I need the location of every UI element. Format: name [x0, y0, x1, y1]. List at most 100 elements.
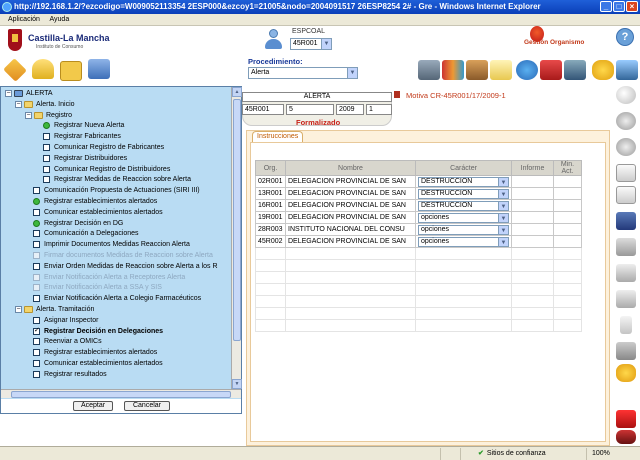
status-green-icon[interactable]	[33, 219, 40, 227]
tree-item[interactable]: Comunicar establecimientos alertados	[1, 359, 231, 369]
forward-icon[interactable]	[616, 138, 636, 156]
tree-item[interactable]: Registrar establecimientos alertados	[1, 348, 231, 358]
checkbox[interactable]	[43, 154, 50, 162]
tools-red-icon[interactable]	[616, 410, 636, 428]
maximize-button[interactable]: □	[613, 1, 625, 12]
tree-horizontal-scrollbar[interactable]	[1, 389, 241, 398]
tree-item[interactable]: Enviar Notificación Alerta a SSA y SIS	[1, 283, 231, 293]
checkbox[interactable]	[33, 262, 40, 270]
documents-icon[interactable]	[88, 59, 110, 79]
tree-item[interactable]: − Alerta. Inicio	[1, 100, 231, 110]
checkbox[interactable]	[43, 133, 50, 141]
printer-icon[interactable]	[616, 342, 636, 360]
note-icon[interactable]	[490, 60, 512, 80]
menu-ayuda[interactable]: Ayuda	[49, 16, 69, 23]
back-icon[interactable]	[616, 112, 636, 130]
help-icon[interactable]: ?	[616, 28, 634, 46]
tree-item[interactable]: Firmar documentos Medidas de Reaccion so…	[1, 251, 231, 261]
checkbox[interactable]	[33, 284, 40, 292]
print-icon[interactable]	[616, 60, 638, 80]
tree-item[interactable]: Enviar Orden Medidas de Reaccion sobre A…	[1, 262, 231, 272]
tag-icon[interactable]	[3, 58, 27, 82]
tree-item[interactable]: Registrar Distribuidores	[1, 154, 231, 164]
checkbox[interactable]	[33, 187, 40, 195]
exit-icon[interactable]	[616, 430, 636, 444]
tools-icon[interactable]	[564, 60, 586, 80]
scroll-down-icon[interactable]: ▼	[232, 379, 242, 389]
scroll-up-icon[interactable]: ▲	[232, 87, 242, 97]
tree-vertical-scrollbar[interactable]: ▲ ▼	[231, 87, 242, 389]
caracter-select[interactable]: DESTRUCCION ▼	[418, 188, 509, 199]
checkbox[interactable]	[33, 230, 40, 238]
page-icon[interactable]	[616, 164, 636, 182]
caracter-select[interactable]: opciones ▼	[418, 224, 509, 235]
chart-icon[interactable]	[540, 60, 562, 80]
collapse-icon[interactable]: −	[5, 90, 12, 97]
collapse-icon[interactable]: −	[15, 100, 22, 108]
tree-item[interactable]: − Alerta. Tramitación	[1, 305, 231, 315]
caracter-select[interactable]: opciones ▼	[418, 236, 509, 247]
tree-item[interactable]: Asignar Inspector	[1, 316, 231, 326]
checkbox[interactable]	[33, 295, 40, 303]
tree-item[interactable]: Imprimir Documentos Medidas Reaccion Ale…	[1, 240, 231, 250]
status-green-icon[interactable]	[33, 198, 40, 205]
checkbox[interactable]	[43, 165, 50, 173]
tree-item[interactable]: Comunicación Propuesta de Actuaciones (S…	[1, 186, 231, 196]
checkbox[interactable]	[33, 327, 40, 335]
collapse-icon[interactable]: −	[15, 306, 22, 313]
checkbox[interactable]	[43, 144, 50, 151]
caracter-select[interactable]: opciones ▼	[418, 212, 509, 223]
scroll-thumb[interactable]	[233, 99, 241, 341]
checkbox[interactable]	[33, 273, 40, 281]
collapse-icon[interactable]: −	[25, 111, 32, 119]
tree-item[interactable]: Comunicación a Delegaciones	[1, 229, 231, 239]
espcoal-select[interactable]: 45R001 ▼	[290, 38, 332, 50]
checkbox[interactable]	[33, 208, 40, 216]
checkbox[interactable]	[33, 241, 40, 249]
laptop-icon[interactable]	[418, 60, 440, 80]
checkbox[interactable]	[33, 252, 40, 259]
tree-item[interactable]: Comunicar Registro de Distribuidores	[1, 165, 231, 175]
bottle-icon[interactable]	[620, 316, 632, 334]
accept-button[interactable]: Aceptar	[73, 401, 113, 411]
zoom-level[interactable]: 100%	[592, 447, 610, 460]
copy-icon[interactable]	[616, 264, 636, 282]
checkbox[interactable]	[33, 370, 40, 378]
tree-item[interactable]: Registrar Decisión en Delegaciones	[1, 327, 231, 337]
tree-item[interactable]: Registrar Nueva Alerta	[1, 121, 231, 131]
magnifier-icon[interactable]	[616, 86, 636, 104]
tab-instrucciones[interactable]: Instrucciones	[252, 131, 304, 142]
checkbox[interactable]	[33, 338, 40, 346]
tree-item[interactable]: Registrar Fabricantes	[1, 132, 231, 142]
globe-icon[interactable]	[516, 60, 538, 80]
settings-gear-icon[interactable]	[616, 364, 636, 382]
procedimiento-select[interactable]: Alerta ▼	[248, 67, 358, 79]
minimize-button[interactable]: _	[600, 1, 612, 12]
folder-icon[interactable]	[60, 61, 82, 81]
checkbox[interactable]	[33, 316, 40, 324]
tree-item[interactable]: Enviar Notificación Alerta a Receptores …	[1, 273, 231, 283]
checkbox[interactable]	[43, 176, 50, 184]
tree-item[interactable]: − Registro	[1, 111, 231, 121]
close-window-button[interactable]: ×	[626, 1, 638, 12]
tree-item[interactable]: Comunicar establecimientos alertados	[1, 208, 231, 218]
cut-icon[interactable]	[616, 238, 636, 256]
status-green-icon[interactable]	[43, 122, 50, 130]
caracter-select[interactable]: DESTRUCCION ▼	[418, 200, 509, 211]
archive-icon[interactable]	[466, 60, 488, 80]
motiva-link[interactable]: Motiva CR-45R001/17/2009-1	[406, 91, 506, 100]
tree-item[interactable]: − ALERTA	[1, 89, 231, 99]
gear-icon[interactable]	[592, 60, 614, 80]
tree-item[interactable]: Registrar Decisión en DG	[1, 219, 231, 229]
tree-item[interactable]: Enviar Notificación Alerta a Colegio Far…	[1, 294, 231, 304]
caracter-select[interactable]: DESTRUCCION ▼	[418, 176, 509, 187]
books-icon[interactable]	[442, 60, 464, 80]
pages-icon[interactable]	[616, 186, 636, 204]
gestion-organismo-link[interactable]: Gestión Organismo	[524, 39, 584, 46]
checkbox[interactable]	[33, 349, 40, 357]
tree-item[interactable]: Registrar resultados	[1, 370, 231, 380]
menu-aplicacion[interactable]: Aplicación	[8, 16, 40, 23]
save-icon[interactable]	[616, 212, 636, 230]
checkbox[interactable]	[33, 360, 40, 367]
paste-icon[interactable]	[616, 290, 636, 308]
